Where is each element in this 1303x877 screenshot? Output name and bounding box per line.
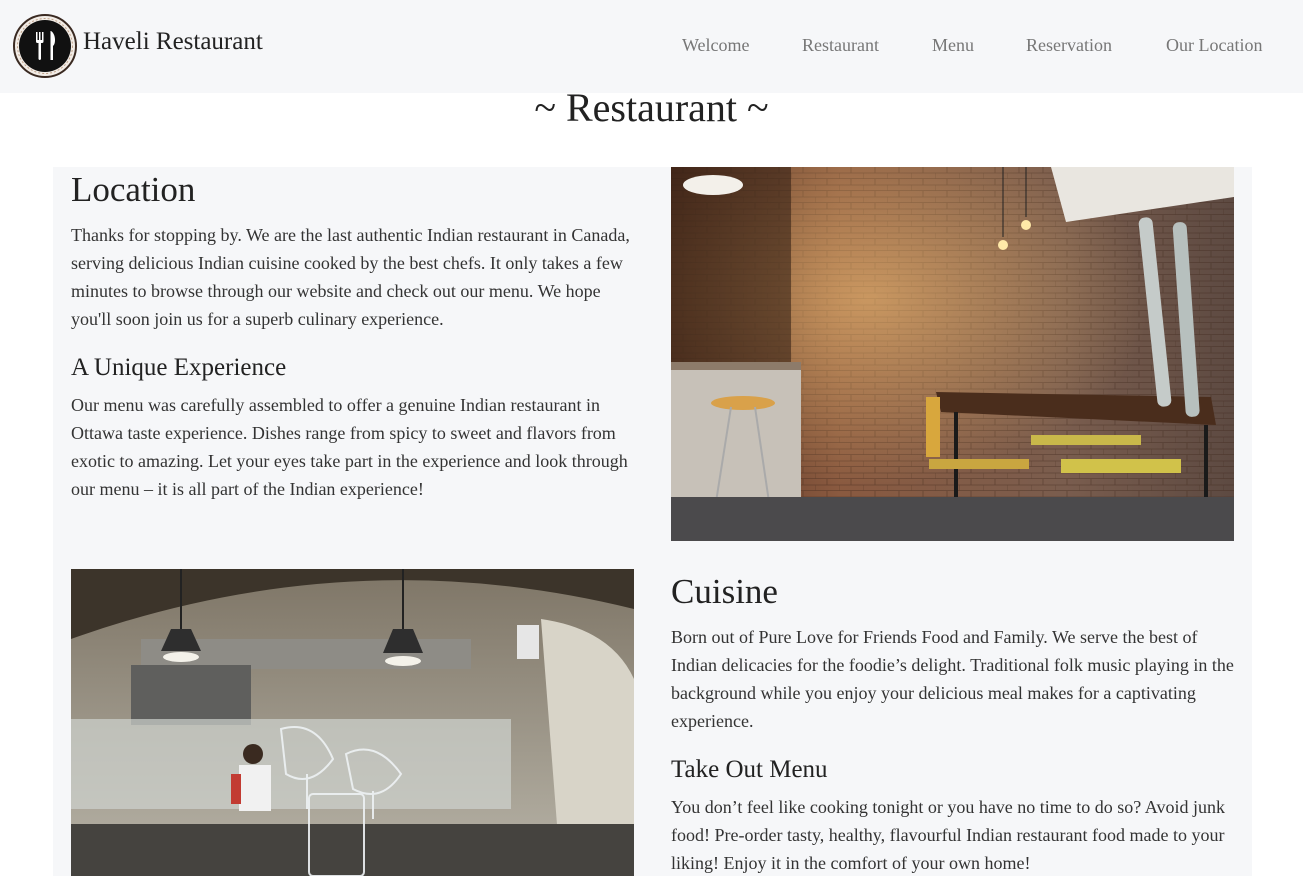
nav-welcome[interactable]: Welcome [682, 35, 750, 56]
kitchen-dining-photo [71, 569, 634, 876]
nav-restaurant[interactable]: Restaurant [802, 35, 879, 56]
location-heading: Location [71, 170, 196, 209]
restaurant-interior-photo [671, 167, 1234, 541]
main-nav: Welcome Restaurant Menu Reservation Our … [0, 35, 1303, 59]
location-text: Thanks for stopping by. We are the last … [71, 225, 630, 329]
navbar: Haveli Restaurant Welcome Restaurant Men… [0, 0, 1303, 93]
nav-our-location[interactable]: Our Location [1166, 35, 1262, 56]
cuisine-text: Born out of Pure Love for Friends Food a… [671, 627, 1234, 731]
takeout-heading: Take Out Menu [671, 756, 828, 783]
unique-text: Our menu was carefully assembled to offe… [71, 395, 628, 499]
cuisine-heading: Cuisine [671, 572, 778, 611]
nav-menu[interactable]: Menu [932, 35, 974, 56]
takeout-text: You don’t feel like cooking tonight or y… [671, 797, 1225, 873]
nav-reservation[interactable]: Reservation [1026, 35, 1112, 56]
location-section: Location Thanks for stopping by. We are … [71, 169, 636, 503]
unique-heading: A Unique Experience [71, 354, 287, 381]
content-panel: Location Thanks for stopping by. We are … [53, 167, 1252, 876]
cuisine-section: Cuisine Born out of Pure Love for Friend… [671, 571, 1236, 877]
page-title: ~ Restaurant ~ [534, 85, 769, 130]
